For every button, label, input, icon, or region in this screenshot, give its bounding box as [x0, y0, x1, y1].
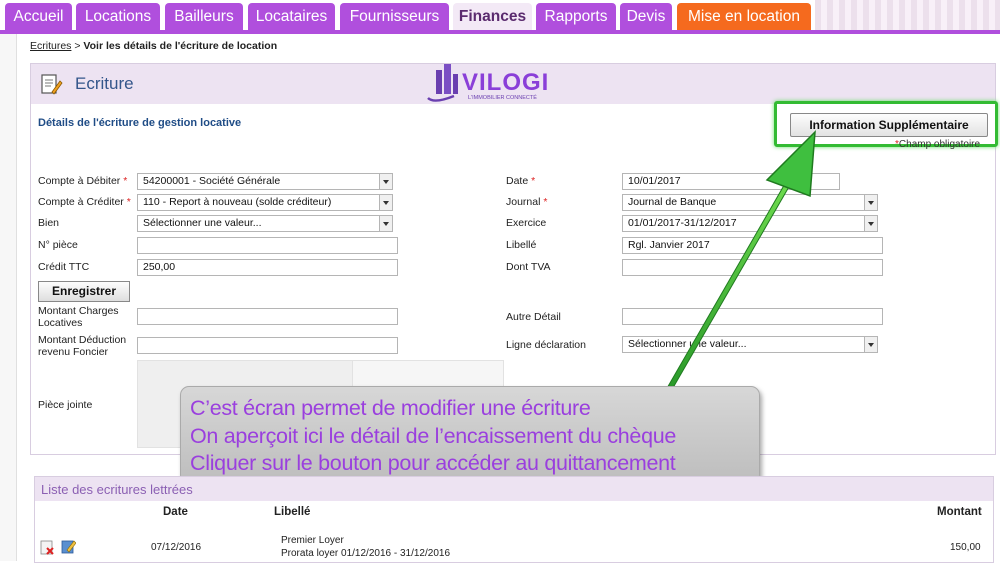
dropdown-arrow-icon[interactable] [864, 337, 877, 352]
row-date: 07/12/2016 [151, 542, 202, 553]
dont-tva-input[interactable] [622, 259, 883, 276]
callout-line-2: On aperçoit ici le détail de l’encaissem… [190, 424, 677, 448]
row-libelle-line1: Premier Loyer [281, 535, 344, 546]
tab-mise-en-location[interactable]: Mise en location [677, 3, 811, 30]
list-title: Liste des ecritures lettrées [41, 482, 193, 497]
label-montant-charges: Montant Charges Locatives [38, 305, 119, 329]
callout-line-3: Cliquer sur le bouton pour accéder au qu… [190, 451, 676, 475]
journal-value: Journal de Banque [628, 196, 717, 208]
label-dont-tva: Dont TVA [506, 261, 551, 273]
bien-select[interactable]: Sélectionner une valeur... [137, 215, 393, 232]
libelle-input[interactable]: Rgl. Janvier 2017 [622, 237, 883, 254]
tab-devis[interactable]: Devis [620, 3, 672, 30]
dropdown-arrow-icon[interactable] [864, 195, 877, 210]
label-bien: Bien [38, 217, 60, 229]
montant-deduction-input[interactable] [137, 337, 398, 354]
compte-crediter-select[interactable]: 110 - Report à nouveau (solde créditeur) [137, 194, 393, 211]
column-header-libelle: Libellé [274, 506, 311, 518]
breadcrumb-separator: > [71, 40, 84, 52]
section-title: Détails de l'écriture de gestion locativ… [38, 117, 242, 129]
edit-icon[interactable] [61, 539, 76, 554]
header-decoration [815, 0, 1000, 32]
information-supplementaire-button[interactable]: Information Supplémentaire [790, 113, 988, 137]
dropdown-arrow-icon[interactable] [864, 216, 877, 231]
dropdown-arrow-icon[interactable] [379, 195, 392, 210]
top-navigation: Accueil Locations Bailleurs Locataires F… [0, 0, 1000, 32]
logo-tagline: L'IMMOBILIER CONNECTÉ [468, 94, 537, 101]
column-header-date: Date [163, 506, 188, 518]
logo-text: VILOGI [462, 69, 549, 96]
left-gutter [0, 34, 17, 561]
tab-bailleurs[interactable]: Bailleurs [165, 3, 243, 30]
tab-accueil[interactable]: Accueil [5, 3, 72, 30]
required-note: *Champ obligatoire [895, 139, 981, 150]
label-compte-debiter: Compte à Débiter * [38, 175, 128, 187]
breadcrumb: Ecritures > Voir les détails de l'écritu… [30, 40, 277, 52]
ligne-declaration-value: Sélectionner une valeur... [628, 338, 747, 350]
label-num-piece: N° pièce [38, 239, 78, 251]
label-autre-detail: Autre Détail [506, 311, 561, 323]
compte-debiter-value: 54200001 - Société Générale [143, 175, 281, 187]
label-ligne-declaration: Ligne déclaration [506, 339, 586, 351]
callout-line-1: C’est écran permet de modifier une écrit… [190, 396, 591, 420]
panel-title: Ecriture [75, 74, 134, 93]
tab-finances[interactable]: Finances [453, 3, 532, 30]
vilogi-logo: VILOGI L'IMMOBILIER CONNECTÉ [427, 64, 549, 102]
date-input[interactable]: 10/01/2017 [622, 173, 840, 190]
breadcrumb-link-ecritures[interactable]: Ecritures [30, 40, 71, 52]
credit-ttc-input[interactable]: 250,00 [137, 259, 398, 276]
journal-select[interactable]: Journal de Banque [622, 194, 878, 211]
label-journal: Journal * [506, 196, 548, 208]
compte-debiter-select[interactable]: 54200001 - Société Générale [137, 173, 393, 190]
exercice-value: 01/01/2017-31/12/2017 [628, 217, 737, 229]
list-header: Liste des ecritures lettrées [35, 477, 993, 501]
autre-detail-input[interactable] [622, 308, 883, 325]
bien-value: Sélectionner une valeur... [143, 217, 262, 229]
compte-crediter-value: 110 - Report à nouveau (solde créditeur) [143, 196, 332, 208]
label-compte-crediter: Compte à Créditer * [38, 196, 131, 208]
tab-locations[interactable]: Locations [76, 3, 160, 30]
required-note-text: Champ obligatoire [898, 139, 981, 150]
dropdown-arrow-icon[interactable] [379, 174, 392, 189]
tab-fournisseurs[interactable]: Fournisseurs [340, 3, 449, 30]
label-montant-deduction: Montant Déduction revenu Foncier [38, 334, 127, 358]
label-libelle: Libellé [506, 239, 537, 251]
breadcrumb-current: Voir les détails de l'écriture de locati… [83, 40, 278, 52]
row-libelle-line2: Prorata loyer 01/12/2016 - 31/12/2016 [281, 548, 451, 559]
label-date: Date * [506, 175, 536, 187]
tab-locataires[interactable]: Locataires [248, 3, 335, 30]
edit-document-icon [41, 74, 63, 95]
delete-icon[interactable] [40, 540, 55, 555]
exercice-select[interactable]: 01/01/2017-31/12/2017 [622, 215, 878, 232]
label-exercice: Exercice [506, 217, 547, 229]
dropdown-arrow-icon[interactable] [379, 216, 392, 231]
ligne-declaration-select[interactable]: Sélectionner une valeur... [622, 336, 878, 353]
label-credit-ttc: Crédit TTC [38, 261, 90, 273]
montant-charges-input[interactable] [137, 308, 398, 325]
nav-underline [0, 30, 1000, 34]
column-header-montant: Montant [937, 506, 982, 518]
enregistrer-button[interactable]: Enregistrer [38, 281, 130, 302]
num-piece-input[interactable] [137, 237, 398, 254]
tab-rapports[interactable]: Rapports [536, 3, 616, 30]
row-montant: 150,00 [950, 542, 981, 553]
label-piece-jointe: Pièce jointe [38, 399, 93, 411]
